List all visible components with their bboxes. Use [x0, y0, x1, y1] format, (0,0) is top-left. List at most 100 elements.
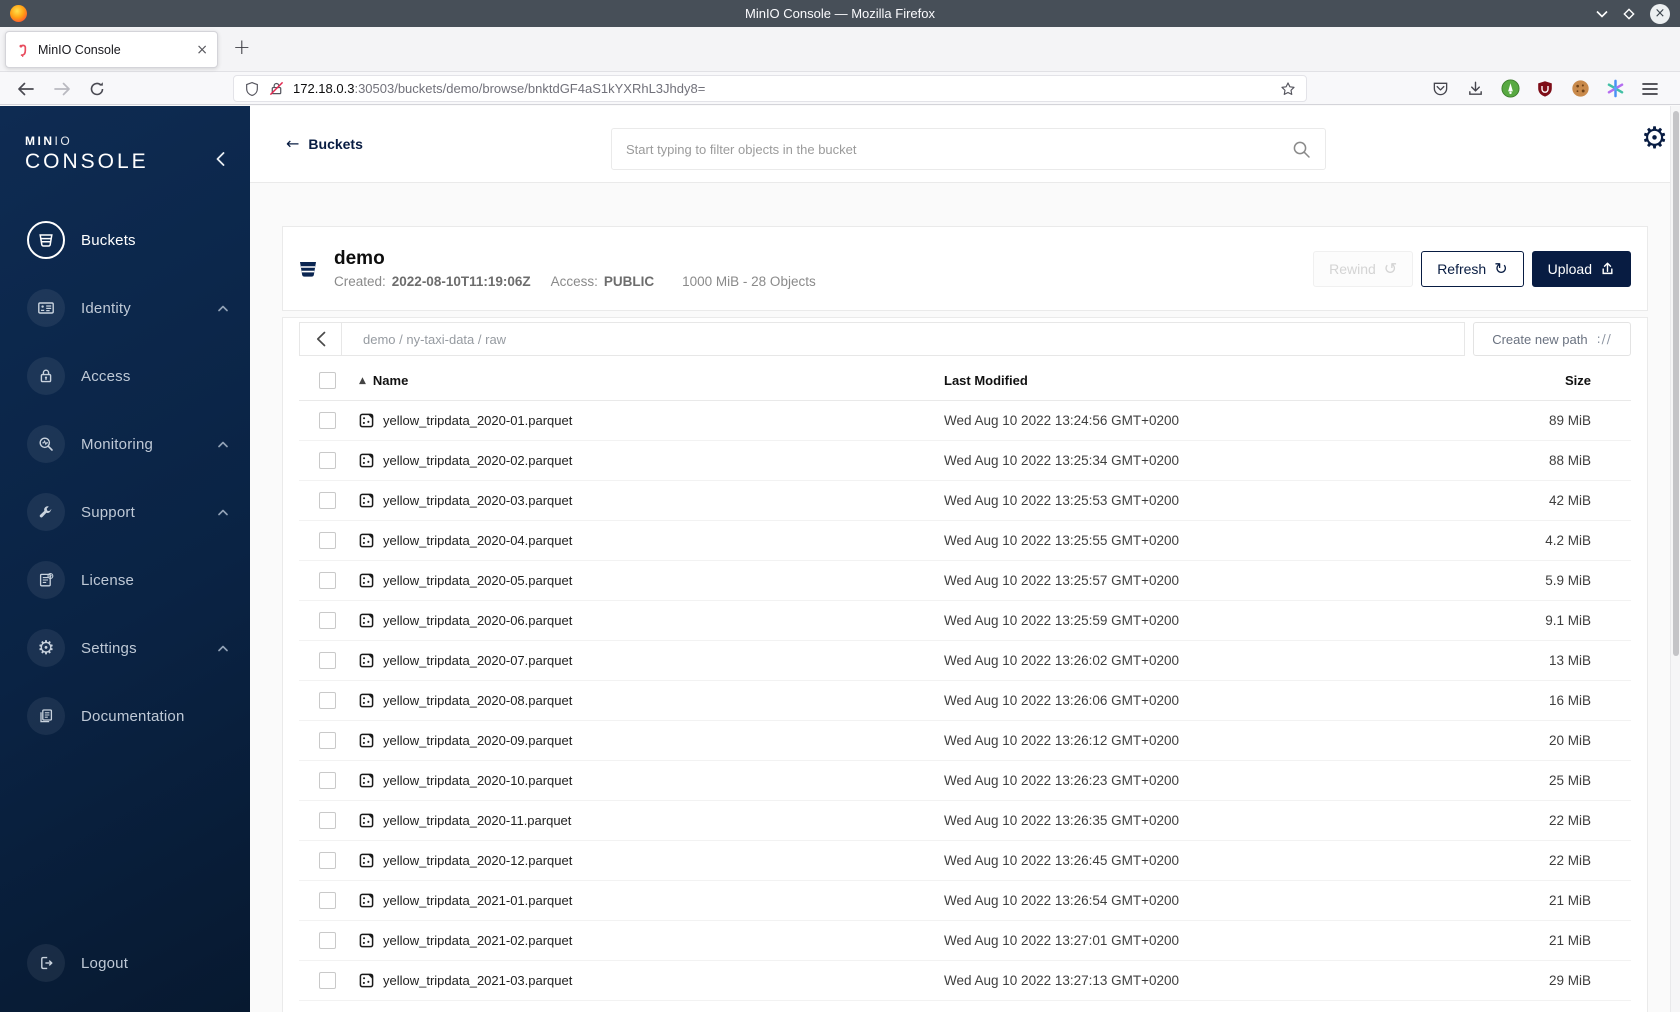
forward-button[interactable]: [50, 77, 74, 101]
window-maximize-button[interactable]: [1623, 7, 1635, 20]
object-name-cell[interactable]: yellow_tripdata_2020-06.parquet: [359, 613, 944, 628]
sidebar-item-support[interactable]: Support: [0, 493, 250, 531]
object-name-cell[interactable]: yellow_tripdata_2020-04.parquet: [359, 533, 944, 548]
row-checkbox[interactable]: [319, 652, 336, 669]
table-row[interactable]: yellow_tripdata_2020-08.parquet Wed Aug …: [299, 681, 1631, 721]
row-checkbox[interactable]: [319, 412, 336, 429]
create-new-path-button[interactable]: Create new path ://: [1473, 322, 1631, 356]
chevron-up-icon[interactable]: [218, 645, 228, 652]
object-name-cell[interactable]: yellow_tripdata_2020-08.parquet: [359, 693, 944, 708]
path-back-button[interactable]: [300, 323, 342, 355]
table-row[interactable]: yellow_tripdata_2020-10.parquet Wed Aug …: [299, 761, 1631, 801]
sidebar-item-license[interactable]: License: [0, 561, 250, 599]
bookmark-star-icon[interactable]: [1280, 81, 1296, 97]
object-name-cell[interactable]: yellow_tripdata_2020-01.parquet: [359, 413, 944, 428]
table-row[interactable]: yellow_tripdata_2020-05.parquet Wed Aug …: [299, 561, 1631, 601]
table-row[interactable]: yellow_tripdata_2020-11.parquet Wed Aug …: [299, 801, 1631, 841]
filter-search-input[interactable]: [626, 141, 1282, 157]
table-row[interactable]: yellow_tripdata_2020-01.parquet Wed Aug …: [299, 401, 1631, 441]
rewind-button[interactable]: Rewind ↺: [1313, 250, 1414, 287]
window-minimize-button[interactable]: [1596, 10, 1608, 18]
asterisk-extension-icon[interactable]: [1603, 77, 1627, 101]
sidebar-item-buckets[interactable]: Buckets: [0, 221, 250, 259]
row-checkbox[interactable]: [319, 452, 336, 469]
row-checkbox[interactable]: [319, 612, 336, 629]
table-row[interactable]: yellow_tripdata_2020-09.parquet Wed Aug …: [299, 721, 1631, 761]
object-name-cell[interactable]: yellow_tripdata_2020-05.parquet: [359, 573, 944, 588]
row-checkbox[interactable]: [319, 852, 336, 869]
column-header-modified[interactable]: Last Modified: [944, 373, 1471, 388]
upload-button[interactable]: Upload: [1531, 250, 1631, 287]
chevron-up-icon[interactable]: [218, 305, 228, 312]
object-name-cell[interactable]: yellow_tripdata_2020-11.parquet: [359, 813, 944, 828]
row-checkbox[interactable]: [319, 932, 336, 949]
row-checkbox[interactable]: [319, 532, 336, 549]
chevron-up-icon[interactable]: [218, 441, 228, 448]
sidebar-item-access[interactable]: Access: [0, 357, 250, 395]
table-row[interactable]: yellow_tripdata_2021-02.parquet Wed Aug …: [299, 921, 1631, 961]
object-name-cell[interactable]: yellow_tripdata_2020-10.parquet: [359, 773, 944, 788]
column-header-name[interactable]: Name: [373, 373, 408, 388]
object-size: 4.2 MiB: [1545, 533, 1591, 548]
sidebar-item-identity[interactable]: Identity: [0, 289, 250, 327]
table-row[interactable]: yellow_tripdata_2021-01.parquet Wed Aug …: [299, 881, 1631, 921]
row-checkbox[interactable]: [319, 692, 336, 709]
reload-button[interactable]: [85, 77, 109, 101]
chevron-up-icon[interactable]: [218, 509, 228, 516]
page-scrollbar[interactable]: [1670, 106, 1680, 1012]
back-to-buckets-link[interactable]: ← Buckets: [286, 134, 363, 153]
object-name-cell[interactable]: yellow_tripdata_2020-03.parquet: [359, 493, 944, 508]
table-row[interactable]: yellow_tripdata_2020-12.parquet Wed Aug …: [299, 841, 1631, 881]
table-row[interactable]: yellow_tripdata_2020-06.parquet Wed Aug …: [299, 601, 1631, 641]
row-checkbox[interactable]: [319, 892, 336, 909]
row-checkbox[interactable]: [319, 812, 336, 829]
browser-tab[interactable]: MinIO Console ×: [5, 31, 218, 68]
settings-gear-icon[interactable]: ⚙: [1641, 124, 1668, 154]
url-bar[interactable]: 172.18.0.3:30503/buckets/demo/browse/bnk…: [233, 75, 1307, 102]
downloads-icon[interactable]: [1463, 77, 1487, 101]
row-checkbox[interactable]: [319, 772, 336, 789]
table-row[interactable]: yellow_tripdata_2020-02.parquet Wed Aug …: [299, 441, 1631, 481]
url-text[interactable]: 172.18.0.3:30503/buckets/demo/browse/bnk…: [293, 81, 1271, 96]
sidebar-collapse-icon[interactable]: [216, 152, 225, 166]
breadcrumb[interactable]: demo / ny-taxi-data / raw: [342, 332, 506, 347]
row-checkbox[interactable]: [319, 732, 336, 749]
menu-hamburger-icon[interactable]: [1638, 77, 1662, 101]
object-name-cell[interactable]: yellow_tripdata_2020-12.parquet: [359, 853, 944, 868]
row-checkbox[interactable]: [319, 572, 336, 589]
new-tab-button[interactable]: +: [233, 35, 251, 59]
refresh-button[interactable]: Refresh ↻: [1421, 250, 1524, 287]
table-row[interactable]: yellow_tripdata_2020-07.parquet Wed Aug …: [299, 641, 1631, 681]
cookie-extension-icon[interactable]: [1568, 77, 1592, 101]
scrollbar-thumb[interactable]: [1673, 111, 1679, 656]
object-name-cell[interactable]: yellow_tripdata_2020-02.parquet: [359, 453, 944, 468]
back-button[interactable]: [13, 77, 37, 101]
window-close-button[interactable]: ×: [1650, 3, 1670, 24]
row-checkbox[interactable]: [319, 492, 336, 509]
object-name-cell[interactable]: yellow_tripdata_2021-02.parquet: [359, 933, 944, 948]
table-row[interactable]: yellow_tripdata_2021-03.parquet Wed Aug …: [299, 961, 1631, 1001]
object-name-cell[interactable]: yellow_tripdata_2021-01.parquet: [359, 893, 944, 908]
sidebar-item-settings[interactable]: ⚙ Settings: [0, 629, 250, 667]
table-row[interactable]: yellow_tripdata_2020-03.parquet Wed Aug …: [299, 481, 1631, 521]
row-checkbox[interactable]: [319, 972, 336, 989]
window-titlebar[interactable]: MinIO Console — Mozilla Firefox ×: [0, 0, 1680, 27]
pocket-icon[interactable]: [1428, 77, 1452, 101]
tracking-shield-icon[interactable]: [244, 81, 260, 97]
sort-asc-icon[interactable]: ▲: [359, 376, 366, 386]
column-header-size[interactable]: Size: [1471, 373, 1591, 388]
wrench-icon: [27, 493, 65, 531]
table-row[interactable]: yellow_tripdata_2020-04.parquet Wed Aug …: [299, 521, 1631, 561]
filter-search-box[interactable]: [611, 128, 1326, 170]
lock-insecure-icon[interactable]: [269, 81, 284, 96]
ublock-origin-icon[interactable]: [1533, 77, 1557, 101]
object-name-cell[interactable]: yellow_tripdata_2021-03.parquet: [359, 973, 944, 988]
tab-close-icon[interactable]: ×: [196, 43, 208, 57]
sidebar-item-documentation[interactable]: Documentation: [0, 697, 250, 735]
sidebar-item-monitoring[interactable]: Monitoring: [0, 425, 250, 463]
object-name-cell[interactable]: yellow_tripdata_2020-07.parquet: [359, 653, 944, 668]
select-all-checkbox[interactable]: [319, 372, 336, 389]
sidebar-item-logout[interactable]: Logout: [0, 944, 250, 982]
privacy-badger-icon[interactable]: [1498, 77, 1522, 101]
object-name-cell[interactable]: yellow_tripdata_2020-09.parquet: [359, 733, 944, 748]
